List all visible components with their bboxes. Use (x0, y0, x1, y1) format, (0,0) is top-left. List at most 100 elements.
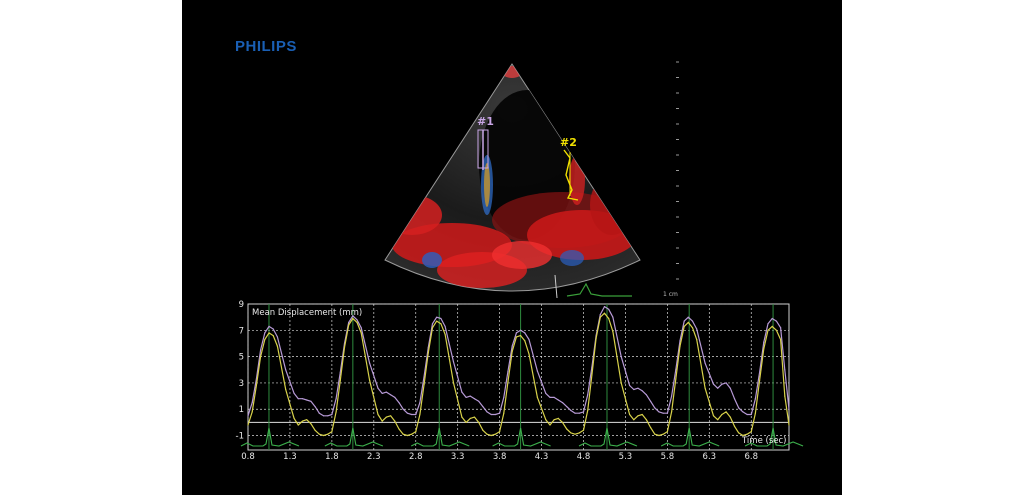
data-point (683, 325, 685, 327)
data-point (327, 415, 329, 417)
data-point (771, 317, 773, 320)
data-point (738, 407, 740, 409)
data-point (675, 378, 677, 380)
data-point (348, 321, 350, 323)
data-point (322, 434, 325, 437)
data-point (494, 433, 496, 435)
data-point (247, 415, 249, 417)
data-point (431, 323, 434, 325)
data-point (406, 434, 408, 437)
data-point (620, 382, 622, 384)
data-point (377, 413, 379, 416)
data-point (603, 312, 606, 314)
data-point (733, 425, 736, 427)
scale-label: 1 cm (663, 291, 678, 298)
data-point (679, 340, 681, 342)
data-point (767, 329, 769, 331)
data-point (717, 419, 719, 421)
data-point (599, 316, 601, 318)
data-point (310, 400, 312, 402)
data-point (746, 433, 748, 435)
data-point (352, 317, 354, 320)
data-point (318, 412, 320, 414)
data-point (444, 333, 446, 335)
data-point (725, 411, 727, 413)
displacement-chart: 9 7 5 3 1 -1 0.8 1.3 1.8 2.3 2.8 3.3 3.8 4.3 4.8 5.3 5.8… (236, 300, 804, 460)
data-point (339, 379, 341, 381)
data-point (574, 433, 576, 435)
data-point (301, 420, 304, 422)
data-point (394, 420, 396, 422)
data-point (318, 433, 320, 435)
x-tick-label: 4.3 (535, 452, 549, 460)
y-axis-label: Mean Displacement (mm) (252, 308, 362, 318)
data-point (524, 332, 526, 334)
data-point (691, 320, 694, 322)
data-point (293, 392, 295, 394)
data-point (763, 341, 765, 343)
data-point (381, 392, 383, 394)
data-point (553, 396, 555, 398)
data-point (578, 432, 580, 434)
data-point (545, 419, 547, 421)
data-point (251, 411, 253, 413)
data-point (528, 353, 530, 355)
data-point (612, 316, 614, 318)
y-tick-label: 5 (239, 353, 244, 363)
data-point (511, 345, 513, 347)
data-point (687, 316, 689, 318)
data-point (348, 324, 350, 326)
data-point (461, 416, 463, 418)
data-point (679, 345, 681, 347)
data-point (788, 408, 790, 410)
data-point (641, 413, 643, 416)
y-tick-label: 1 (239, 405, 244, 415)
data-point (314, 429, 316, 431)
x-tick-label: 0.8 (241, 452, 255, 460)
data-point (255, 384, 257, 387)
data-point (402, 433, 404, 435)
data-point (436, 320, 438, 322)
data-point (314, 406, 316, 408)
data-point (733, 398, 736, 400)
data-point (310, 423, 312, 425)
data-point (549, 396, 551, 398)
echo-view: #1 #2 1 cm (384, 61, 679, 299)
data-point (360, 327, 362, 329)
data-point (276, 336, 278, 338)
data-point (738, 432, 740, 434)
data-point (297, 398, 299, 400)
data-point (750, 413, 752, 416)
data-point (415, 413, 417, 416)
data-point (327, 433, 329, 435)
data-point (654, 407, 656, 409)
data-point (725, 382, 727, 384)
data-point (587, 394, 589, 396)
data-point (675, 369, 677, 371)
x-tick-label: 2.3 (367, 452, 381, 460)
data-point (297, 424, 299, 426)
data-point (742, 411, 744, 413)
x-tick-label: 2.8 (409, 452, 423, 460)
data-point (306, 399, 308, 401)
data-point (729, 387, 731, 389)
data-point (775, 320, 778, 322)
x-tick-label: 3.3 (451, 452, 465, 460)
data-point (662, 433, 664, 435)
data-point (721, 383, 723, 385)
data-point (612, 331, 614, 333)
data-point (499, 431, 501, 433)
data-point (658, 411, 660, 413)
data-point (671, 395, 673, 397)
data-point (666, 431, 668, 433)
data-point (561, 421, 564, 423)
data-point (356, 319, 358, 321)
data-point (431, 327, 434, 329)
data-point (763, 348, 765, 350)
data-point (247, 424, 249, 426)
data-point (411, 413, 413, 416)
data-point (285, 369, 287, 371)
data-point (444, 325, 446, 327)
data-point (570, 409, 572, 412)
y-tick-label: 9 (239, 300, 244, 310)
